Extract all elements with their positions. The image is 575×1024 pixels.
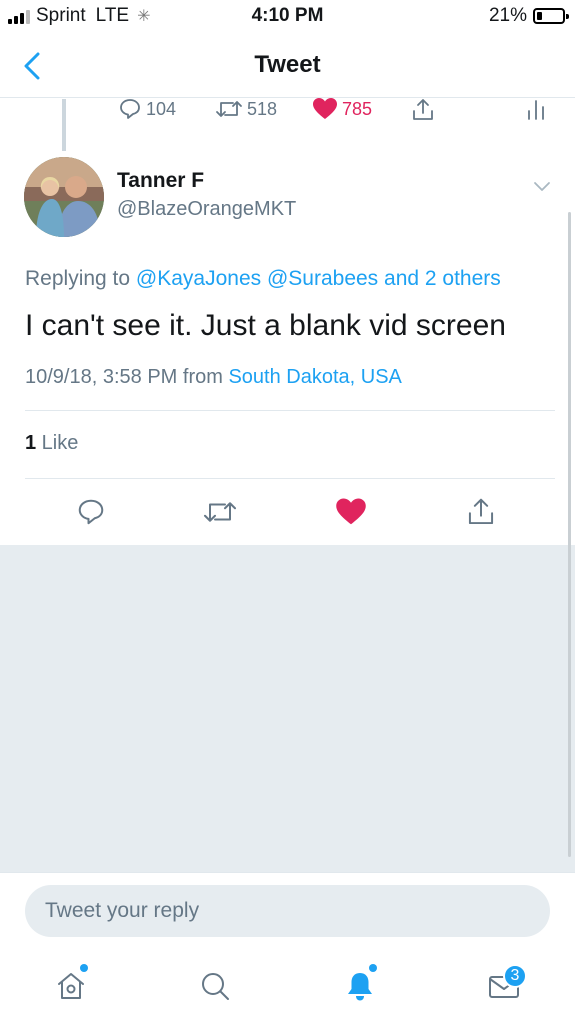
status-bar: Sprint LTE ✳ 4:10 PM 21% — [0, 0, 575, 34]
notifications-new-indicator — [369, 964, 377, 972]
home-new-indicator — [80, 964, 88, 972]
tab-notifications[interactable] — [335, 958, 385, 1014]
parent-like-count: 785 — [342, 98, 373, 119]
tab-messages[interactable]: 3 — [479, 958, 529, 1014]
parent-retweet-button[interactable]: 518 — [215, 97, 277, 121]
heart-filled-icon — [313, 98, 337, 119]
like-count: 1 — [25, 432, 37, 454]
reply-composer — [0, 872, 575, 950]
reply-input[interactable] — [25, 885, 550, 937]
parent-retweet-count: 518 — [247, 98, 278, 119]
tab-home[interactable] — [46, 958, 96, 1014]
share-icon — [468, 498, 494, 525]
parent-share-button[interactable] — [410, 97, 436, 123]
page-title: Tweet — [254, 51, 321, 78]
messages-badge: 3 — [503, 964, 527, 988]
like-button[interactable] — [331, 489, 371, 535]
tweet-options-button[interactable] — [527, 174, 557, 198]
like-label: Like — [36, 432, 79, 454]
home-icon — [58, 973, 84, 999]
tweet-location-link[interactable]: South Dakota, USA — [228, 366, 401, 388]
retweet-icon — [204, 502, 236, 522]
reply-button[interactable] — [71, 489, 111, 535]
parent-reply-button[interactable]: 104 — [118, 97, 176, 121]
parent-reply-count: 104 — [146, 98, 177, 119]
parent-analytics-button[interactable] — [526, 97, 546, 121]
battery-icon — [533, 8, 569, 24]
tweet-from-label: from — [177, 366, 229, 388]
replying-to: Replying to @KayaJones @Surabees and 2 o… — [25, 267, 501, 291]
share-icon — [413, 99, 433, 120]
avatar-photo — [24, 157, 104, 237]
chevron-down-icon — [534, 182, 550, 191]
retweet-button[interactable] — [200, 489, 240, 535]
empty-replies-area — [0, 545, 575, 872]
replying-to-users-link[interactable]: @KayaJones @Surabees and 2 others — [136, 267, 501, 290]
tweet-meta: 10/9/18, 3:58 PM from South Dakota, USA — [25, 366, 402, 389]
reply-icon — [78, 499, 104, 525]
analytics-icon — [528, 100, 544, 120]
tweet-text: I can't see it. Just a blank vid screen — [25, 309, 506, 342]
author-avatar[interactable] — [24, 157, 104, 237]
reply-icon — [120, 99, 140, 119]
search-icon — [202, 973, 229, 1000]
parent-like-button[interactable]: 785 — [312, 97, 372, 121]
parent-tweet-actions: 104 518 785 — [0, 97, 575, 127]
tweet-actions — [0, 489, 575, 539]
heart-filled-icon — [336, 498, 366, 525]
bell-icon — [348, 973, 372, 1001]
author-handle[interactable]: @BlazeOrangeMKT — [117, 198, 296, 221]
navigation-bar: Tweet — [0, 34, 575, 98]
replying-to-prefix: Replying to — [25, 267, 136, 290]
author-name[interactable]: Tanner F — [117, 169, 204, 193]
likes-summary[interactable]: 1 Like — [25, 432, 78, 455]
divider — [25, 410, 555, 411]
tab-search[interactable] — [190, 958, 240, 1014]
retweet-icon — [216, 101, 242, 117]
divider — [25, 478, 555, 479]
tab-bar: 3 — [0, 950, 575, 1024]
scrollbar[interactable] — [568, 212, 571, 857]
tweet-timestamp: 10/9/18, 3:58 PM — [25, 366, 178, 388]
share-button[interactable] — [461, 489, 501, 535]
battery-percentage: 21% — [488, 5, 527, 26]
